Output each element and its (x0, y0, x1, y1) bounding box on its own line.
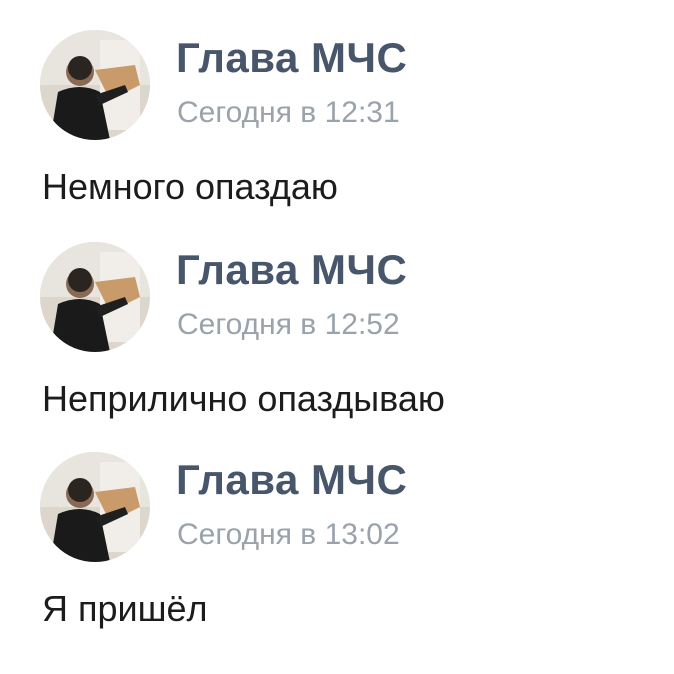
message-text: Неприлично опаздываю (42, 378, 445, 419)
avatar-photo-icon (40, 242, 150, 352)
avatar-photo-icon (40, 452, 150, 562)
message-text: Немного опаздаю (42, 166, 338, 207)
author-name[interactable]: Глава МЧС (176, 34, 407, 82)
message-header: Глава МЧС Сегодня в 12:52 (40, 242, 640, 352)
message-timestamp: Сегодня в 12:52 (177, 308, 400, 341)
avatar[interactable] (40, 242, 150, 352)
message-timestamp: Сегодня в 13:02 (177, 518, 400, 551)
message-feed: Глава МЧС Сегодня в 12:31 Немного опазда… (0, 0, 674, 674)
avatar-photo-icon (40, 30, 150, 140)
message-timestamp: Сегодня в 12:31 (177, 96, 400, 129)
message-text: Я пришёл (42, 588, 208, 629)
author-name[interactable]: Глава МЧС (176, 456, 407, 504)
message-header: Глава МЧС Сегодня в 12:31 (40, 30, 640, 140)
avatar[interactable] (40, 452, 150, 562)
author-name[interactable]: Глава МЧС (176, 246, 407, 294)
message-header: Глава МЧС Сегодня в 13:02 (40, 452, 640, 562)
avatar[interactable] (40, 30, 150, 140)
